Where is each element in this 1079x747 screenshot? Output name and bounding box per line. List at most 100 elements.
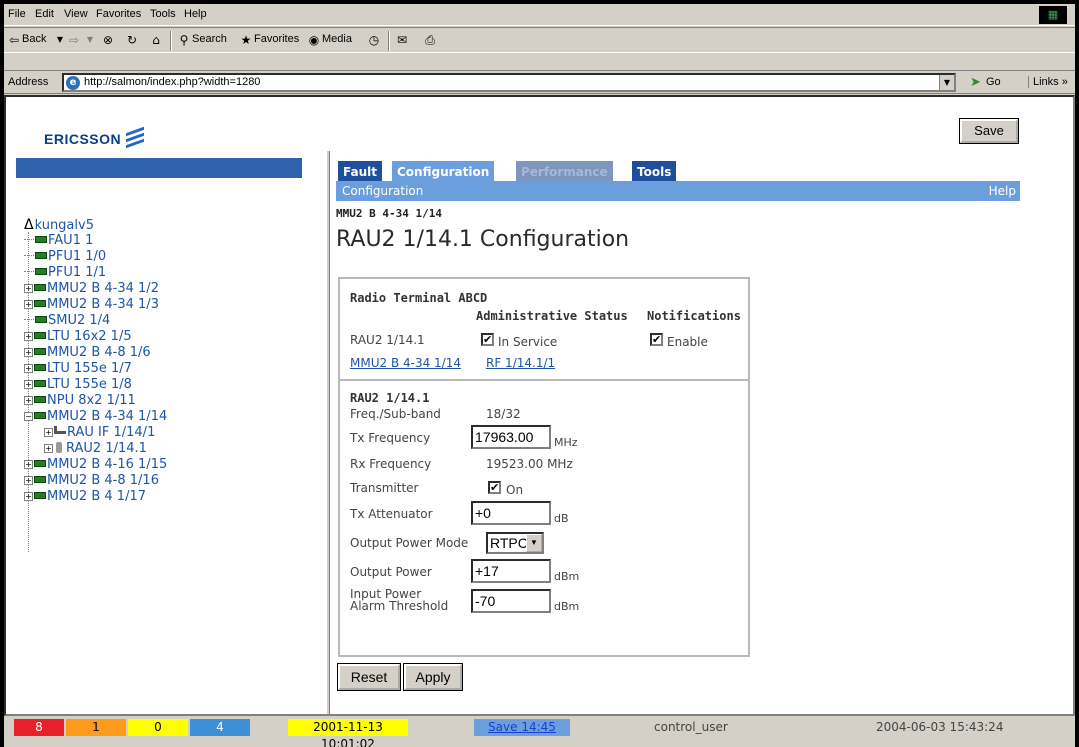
favorites-button[interactable]: Favorites xyxy=(254,33,299,45)
go-arrow-icon[interactable]: ➤ xyxy=(970,75,981,90)
tree-item[interactable]: + NPU 8x2 1/11 xyxy=(24,393,314,409)
tree-item-label[interactable]: MMU2 B 4-34 1/3 xyxy=(47,297,159,312)
back-arrow-icon[interactable]: ⇦ xyxy=(6,32,22,48)
input-power-alarm-threshold-input[interactable]: -70 xyxy=(471,589,551,613)
tree-item[interactable]: − MMU2 B 4-34 1/14 xyxy=(24,409,314,425)
output-power-input[interactable]: +17 xyxy=(471,559,551,583)
address-dropdown-icon[interactable]: ▼ xyxy=(939,75,954,90)
forward-icon[interactable]: ⇨ xyxy=(66,32,82,48)
tree-item-label[interactable]: NPU 8x2 1/11 xyxy=(47,393,136,408)
tree-item[interactable]: + LTU 155e 1/7 xyxy=(24,361,314,377)
rf-link[interactable]: RF 1/14.1/1 xyxy=(486,356,555,370)
minor-alarm-count[interactable]: 0 xyxy=(128,719,188,736)
reset-button[interactable]: Reset xyxy=(337,663,401,691)
media-button[interactable]: Media xyxy=(322,33,352,45)
tab-configuration[interactable]: Configuration xyxy=(390,159,497,183)
tx-attenuator-input[interactable]: +0 xyxy=(471,501,551,525)
tab-fault[interactable]: Fault xyxy=(336,159,384,183)
expand-icon[interactable]: + xyxy=(44,428,53,437)
in-service-checkbox[interactable]: ✔ xyxy=(481,333,494,346)
transmitter-on-checkbox[interactable]: ✔ xyxy=(488,481,501,494)
expand-icon[interactable]: + xyxy=(44,444,53,453)
menu-tools[interactable]: Tools xyxy=(150,8,176,20)
media-icon[interactable]: ◉ xyxy=(306,32,322,48)
tree-item-label[interactable]: MMU2 B 4-8 1/16 xyxy=(47,473,159,488)
address-input[interactable]: e http://salmon/index.php?width=1280 ▼ xyxy=(62,73,956,92)
expand-icon[interactable]: + xyxy=(24,332,33,341)
tree-item[interactable]: + MMU2 B 4-8 1/16 xyxy=(24,473,314,489)
expand-icon[interactable]: + xyxy=(24,284,33,293)
major-alarm-count[interactable]: 1 xyxy=(66,719,126,736)
tree-item[interactable]: + LTU 155e 1/8 xyxy=(24,377,314,393)
tree-item[interactable]: + MMU2 B 4-8 1/6 xyxy=(24,345,314,361)
expand-icon[interactable]: + xyxy=(24,460,33,469)
expand-icon[interactable]: + xyxy=(24,380,33,389)
tab-tools[interactable]: Tools xyxy=(630,159,679,183)
tree-item[interactable]: + RAU IF 1/14/1 xyxy=(24,425,314,441)
menu-favorites[interactable]: Favorites xyxy=(96,8,141,20)
output-power-mode-value[interactable]: RTPC xyxy=(490,535,528,551)
tree-item-label[interactable]: FAU1 1 xyxy=(48,233,93,248)
home-icon[interactable]: ⌂ xyxy=(148,32,164,48)
tree-item[interactable]: + LTU 16x2 1/5 xyxy=(24,329,314,345)
address-url[interactable]: http://salmon/index.php?width=1280 xyxy=(84,76,260,88)
panel-splitter[interactable] xyxy=(326,151,330,714)
expand-icon[interactable]: + xyxy=(24,364,33,373)
back-button[interactable]: Back xyxy=(22,33,46,45)
tree-item[interactable]: + MMU2 B 4-34 1/3 xyxy=(24,297,314,313)
warning-alarm-count[interactable]: 4 xyxy=(190,719,250,736)
expand-icon[interactable]: + xyxy=(24,492,33,501)
links-button[interactable]: Links » xyxy=(1028,76,1068,88)
history-icon[interactable]: ◷ xyxy=(366,32,382,48)
save-button[interactable]: Save xyxy=(959,118,1019,144)
search-button[interactable]: Search xyxy=(192,33,227,45)
favorites-icon[interactable]: ★ xyxy=(238,32,254,48)
tree-item-label[interactable]: MMU2 B 4-34 1/2 xyxy=(47,281,159,296)
tree-item[interactable]: SMU2 1/4 xyxy=(24,313,314,329)
mail-icon[interactable]: ✉ xyxy=(394,32,410,48)
tree-item-label[interactable]: RAU2 1/14.1 xyxy=(66,441,147,456)
enable-notifications-checkbox[interactable]: ✔ xyxy=(650,333,663,346)
tx-frequency-input[interactable]: 17963.00 xyxy=(471,425,551,449)
tree-item-label[interactable]: MMU2 B 4-8 1/6 xyxy=(47,345,151,360)
forward-dropdown-icon[interactable]: ▼ xyxy=(82,32,98,48)
menu-edit[interactable]: Edit xyxy=(35,8,54,20)
tree-item-selected[interactable]: + RAU2 1/14.1 xyxy=(24,441,314,457)
tree-item[interactable]: FAU1 1 xyxy=(24,233,314,249)
tree-item-label[interactable]: LTU 155e 1/7 xyxy=(47,361,132,376)
tree-item-label[interactable]: LTU 155e 1/8 xyxy=(47,377,132,392)
tree-item-label[interactable]: SMU2 1/4 xyxy=(48,313,110,328)
menu-file[interactable]: File xyxy=(8,8,26,20)
go-button[interactable]: Go xyxy=(986,76,1001,88)
save-status-link[interactable]: Save 14:45 xyxy=(474,719,570,736)
critical-alarm-count[interactable]: 8 xyxy=(14,719,64,736)
print-icon[interactable]: ⎙ xyxy=(422,32,438,48)
tree-root[interactable]: Δkungalv5 xyxy=(24,217,314,233)
tree-item[interactable]: PFU1 1/0 xyxy=(24,249,314,265)
tree-item-label[interactable]: RAU IF 1/14/1 xyxy=(67,425,155,440)
expand-icon[interactable]: + xyxy=(24,348,33,357)
expand-icon[interactable]: + xyxy=(24,300,33,309)
tree-item[interactable]: PFU1 1/1 xyxy=(24,265,314,281)
tree-item[interactable]: + MMU2 B 4-34 1/2 xyxy=(24,281,314,297)
search-icon[interactable]: ⚲ xyxy=(176,32,192,48)
collapse-icon[interactable]: − xyxy=(24,412,33,421)
tree-item-label[interactable]: MMU2 B 4-34 1/14 xyxy=(47,409,167,424)
tree-item[interactable]: + MMU2 B 4-16 1/15 xyxy=(24,457,314,473)
tree-item-label[interactable]: PFU1 1/1 xyxy=(48,265,106,280)
tree-item-label[interactable]: MMU2 B 4-16 1/15 xyxy=(47,457,167,472)
help-link[interactable]: Help xyxy=(989,181,1016,201)
expand-icon[interactable]: + xyxy=(24,476,33,485)
menu-help[interactable]: Help xyxy=(184,8,207,20)
stop-icon[interactable]: ⊗ xyxy=(100,32,116,48)
refresh-icon[interactable]: ↻ xyxy=(124,32,140,48)
tree-item-label[interactable]: LTU 16x2 1/5 xyxy=(47,329,132,344)
chevron-down-icon[interactable]: ▼ xyxy=(526,534,542,552)
tree-item[interactable]: + MMU2 B 4 1/17 xyxy=(24,489,314,505)
mmu-link[interactable]: MMU2 B 4-34 1/14 xyxy=(350,356,461,370)
tree-item-label[interactable]: PFU1 1/0 xyxy=(48,249,106,264)
expand-icon[interactable]: + xyxy=(24,396,33,405)
tree-root-label[interactable]: kungalv5 xyxy=(35,218,94,233)
menu-view[interactable]: View xyxy=(64,8,88,20)
apply-button[interactable]: Apply xyxy=(403,663,463,691)
